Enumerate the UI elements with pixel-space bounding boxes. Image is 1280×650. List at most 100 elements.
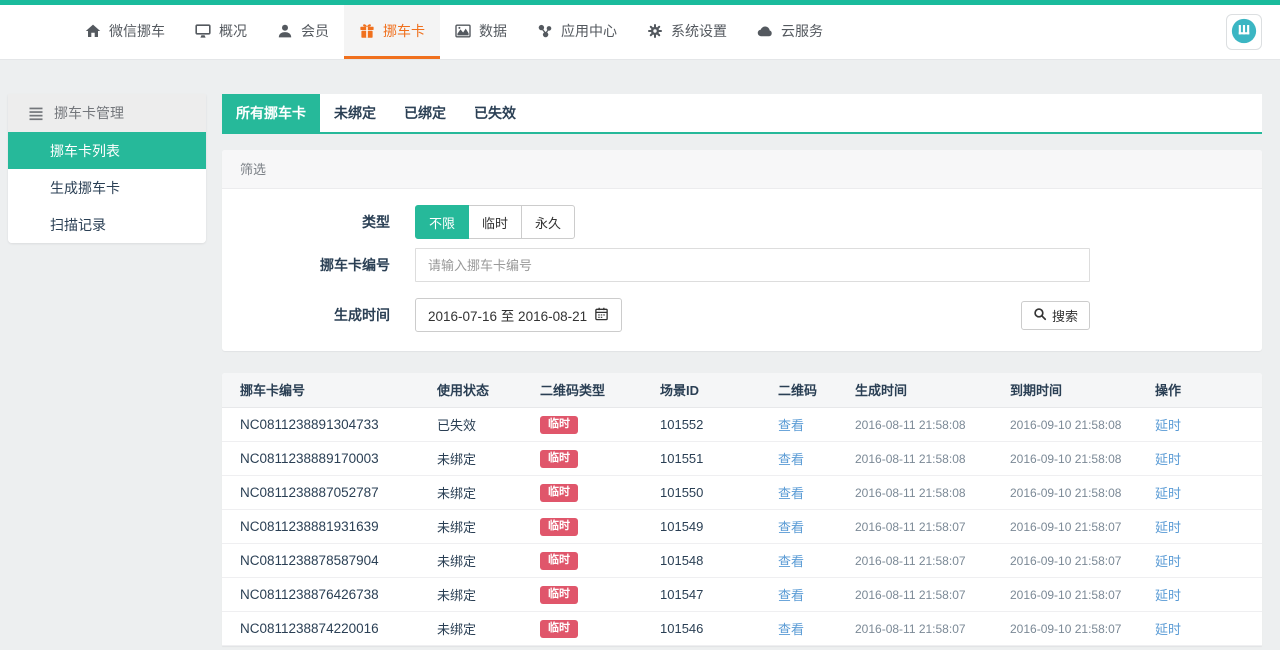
cell-action: 延时 [1137,509,1262,543]
type-option-2[interactable]: 永久 [521,205,575,239]
cell-scene-id: 101550 [642,475,760,509]
cell-scene-id: 101549 [642,509,760,543]
date-value: 2016-09-10 21:58:08 [1010,418,1121,432]
cell-action-link[interactable]: 延时 [1155,452,1181,467]
cell-expires-at: 2016-09-10 21:58:07 [992,577,1137,611]
nav-item-appcenter[interactable]: 应用中心 [522,5,632,59]
date-value: 2016-09-10 21:58:08 [1010,486,1121,500]
filter-row-cardno: 挪车卡编号 [222,248,1262,282]
cell-scene-id: 101548 [642,543,760,577]
search-icon [1033,307,1047,324]
cell-action: 延时 [1137,407,1262,441]
cell-expires-at: 2016-09-10 21:58:08 [992,441,1137,475]
search-button[interactable]: 搜索 [1021,301,1090,330]
sidebar-item-card-list[interactable]: 挪车卡列表 [8,132,206,169]
qr-type-badge: 临时 [540,450,578,468]
cell-action: 延时 [1137,441,1262,475]
cell-qr-type: 临时 [522,509,642,543]
nav-item-cloud[interactable]: 云服务 [742,5,838,59]
tab-bound[interactable]: 已绑定 [390,94,460,132]
nav-item-home[interactable]: 微信挪车 [70,5,180,59]
nav-item-overview[interactable]: 概况 [180,5,262,59]
filter-row-time: 生成时间 2016-07-16 至 2016-08-21 搜索 [222,298,1262,332]
table-row: NC0811238874220016未绑定临时101546查看2016-08-1… [222,611,1262,645]
tab-expired[interactable]: 已失效 [460,94,530,132]
cell-qr-view-link[interactable]: 查看 [778,418,804,433]
cell-action-link[interactable]: 延时 [1155,520,1181,535]
cell-expires-at: 2016-09-10 21:58:07 [992,611,1137,645]
calendar-icon [594,306,609,324]
cell-created-at: 2016-08-11 21:58:08 [837,407,992,441]
date-value: 2016-08-11 21:58:08 [855,452,966,466]
cell-qr-view: 查看 [760,543,837,577]
cell-card-no: NC0811238878587904 [222,543,419,577]
table-header-row: 挪车卡编号使用状态二维码类型场景ID二维码生成时间到期时间操作 [222,373,1262,407]
cell-qr-view: 查看 [760,611,837,645]
cell-status: 未绑定 [419,475,522,509]
filter-panel: 筛选 类型 不限临时永久 挪车卡编号 生成时间 [222,150,1262,351]
sidebar-item-scan-log[interactable]: 扫描记录 [8,206,206,243]
cell-status: 未绑定 [419,543,522,577]
cell-created-at: 2016-08-11 21:58:07 [837,577,992,611]
nav-item-label: 会员 [301,21,329,41]
cell-created-at: 2016-08-11 21:58:07 [837,509,992,543]
table-header-cell: 二维码 [760,373,837,407]
nav-item-label: 挪车卡 [383,21,425,41]
cell-card-no: NC0811238889170003 [222,441,419,475]
type-option-0[interactable]: 不限 [415,205,469,239]
type-option-1[interactable]: 临时 [468,205,522,239]
cell-action-link[interactable]: 延时 [1155,622,1181,637]
cell-created-at: 2016-08-11 21:58:08 [837,475,992,509]
cell-qr-type: 临时 [522,475,642,509]
nav-item-cards[interactable]: 挪车卡 [344,5,440,59]
nav-item-settings[interactable]: 系统设置 [632,5,742,59]
cell-qr-view-link[interactable]: 查看 [778,452,804,467]
table-row: NC0811238876426738未绑定临时101547查看2016-08-1… [222,577,1262,611]
brand-logo-button[interactable] [1226,14,1262,50]
nav-item-data[interactable]: 数据 [440,5,522,59]
cell-action: 延时 [1137,543,1262,577]
cards-table: 挪车卡编号使用状态二维码类型场景ID二维码生成时间到期时间操作 NC081123… [222,373,1262,646]
cell-qr-type: 临时 [522,543,642,577]
tab-all[interactable]: 所有挪车卡 [222,94,320,132]
cell-qr-view: 查看 [760,441,837,475]
cell-card-no: NC0811238891304733 [222,407,419,441]
cell-qr-view-link[interactable]: 查看 [778,486,804,501]
nav-item-members[interactable]: 会员 [262,5,344,59]
cell-scene-id: 101551 [642,441,760,475]
cell-action-link[interactable]: 延时 [1155,486,1181,501]
cell-qr-view-link[interactable]: 查看 [778,554,804,569]
card-no-input[interactable] [415,248,1090,282]
cell-qr-view-link[interactable]: 查看 [778,622,804,637]
sidebar-header-label: 挪车卡管理 [54,103,124,123]
date-range-button[interactable]: 2016-07-16 至 2016-08-21 [415,298,622,332]
cell-created-at: 2016-08-11 21:58:08 [837,441,992,475]
cell-qr-view: 查看 [760,509,837,543]
chart-icon [455,23,471,39]
filter-panel-title: 筛选 [222,150,1262,189]
cell-scene-id: 101547 [642,577,760,611]
cell-action: 延时 [1137,577,1262,611]
tab-unbound[interactable]: 未绑定 [320,94,390,132]
qr-type-badge: 临时 [540,484,578,502]
cell-action-link[interactable]: 延时 [1155,554,1181,569]
cloud-icon [757,23,773,39]
cell-qr-view-link[interactable]: 查看 [778,520,804,535]
cell-qr-type: 临时 [522,611,642,645]
cell-qr-view-link[interactable]: 查看 [778,588,804,603]
table-header-cell: 使用状态 [419,373,522,407]
table-header-cell: 到期时间 [992,373,1137,407]
cell-qr-view: 查看 [760,407,837,441]
sidebar-item-create-card[interactable]: 生成挪车卡 [8,169,206,206]
table-header-cell: 二维码类型 [522,373,642,407]
cell-action-link[interactable]: 延时 [1155,418,1181,433]
type-button-group: 不限临时永久 [415,205,575,239]
sidebar-header: 挪车卡管理 [8,94,206,132]
page-body: 挪车卡管理 挪车卡列表生成挪车卡扫描记录 所有挪车卡未绑定已绑定已失效 筛选 类… [0,60,1280,646]
cell-action: 延时 [1137,611,1262,645]
cell-expires-at: 2016-09-10 21:58:08 [992,475,1137,509]
cell-card-no: NC0811238874220016 [222,611,419,645]
cell-action-link[interactable]: 延时 [1155,588,1181,603]
date-value: 2016-08-11 21:58:07 [855,588,966,602]
cell-card-no: NC0811238887052787 [222,475,419,509]
